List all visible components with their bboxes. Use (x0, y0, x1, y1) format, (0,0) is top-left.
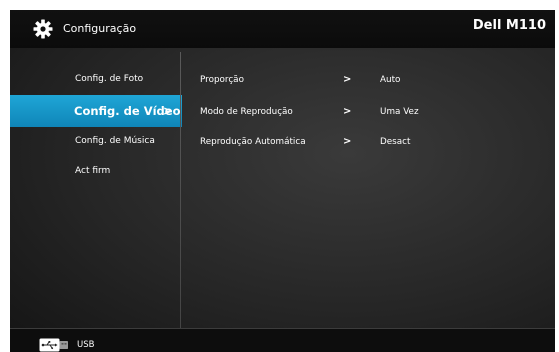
gear-icon (33, 19, 53, 39)
source-label: USB (77, 340, 95, 350)
setting-name: Proporção (200, 75, 244, 85)
setting-row-playback-mode[interactable]: Modo de Reprodução > Uma Vez (200, 102, 540, 122)
setting-value: Auto (380, 75, 401, 85)
sidebar-item-label: Config. de Música (75, 136, 155, 146)
setting-name: Modo de Reprodução (200, 107, 293, 117)
sidebar-item-label: Act firm (75, 166, 111, 176)
usb-icon (39, 338, 68, 352)
sidebar-item-music-settings[interactable]: Config. de Música (10, 128, 180, 154)
chevron-right-icon: > (343, 74, 352, 85)
source-status-bar: USB (10, 328, 555, 352)
chevron-right-icon: > (163, 104, 174, 118)
header-bar: Configuração Dell M110 (10, 10, 555, 48)
sidebar-item-video-settings[interactable]: Config. de Vídeo > (10, 95, 182, 127)
page-title: Configuração (63, 22, 137, 35)
sidebar-item-label: Config. de Foto (75, 74, 144, 84)
setting-value: Desact (380, 137, 411, 147)
setting-value: Uma Vez (380, 107, 419, 117)
sidebar-item-photo-settings[interactable]: Config. de Foto (10, 66, 180, 92)
osd-screen: Configuração Dell M110 Config. de Foto C… (10, 10, 555, 352)
setting-row-aspect-ratio[interactable]: Proporção > Auto (200, 70, 540, 90)
panel-divider (180, 52, 181, 328)
setting-row-autoplay[interactable]: Reprodução Automática > Desact (200, 132, 540, 152)
device-model-label: Dell M110 (472, 18, 546, 33)
chevron-right-icon: > (343, 106, 352, 117)
sidebar-item-firmware-update[interactable]: Act firm (10, 158, 180, 184)
window-frame: Configuração Dell M110 Config. de Foto C… (0, 0, 559, 352)
chevron-right-icon: > (343, 136, 352, 147)
setting-name: Reprodução Automática (200, 137, 306, 147)
